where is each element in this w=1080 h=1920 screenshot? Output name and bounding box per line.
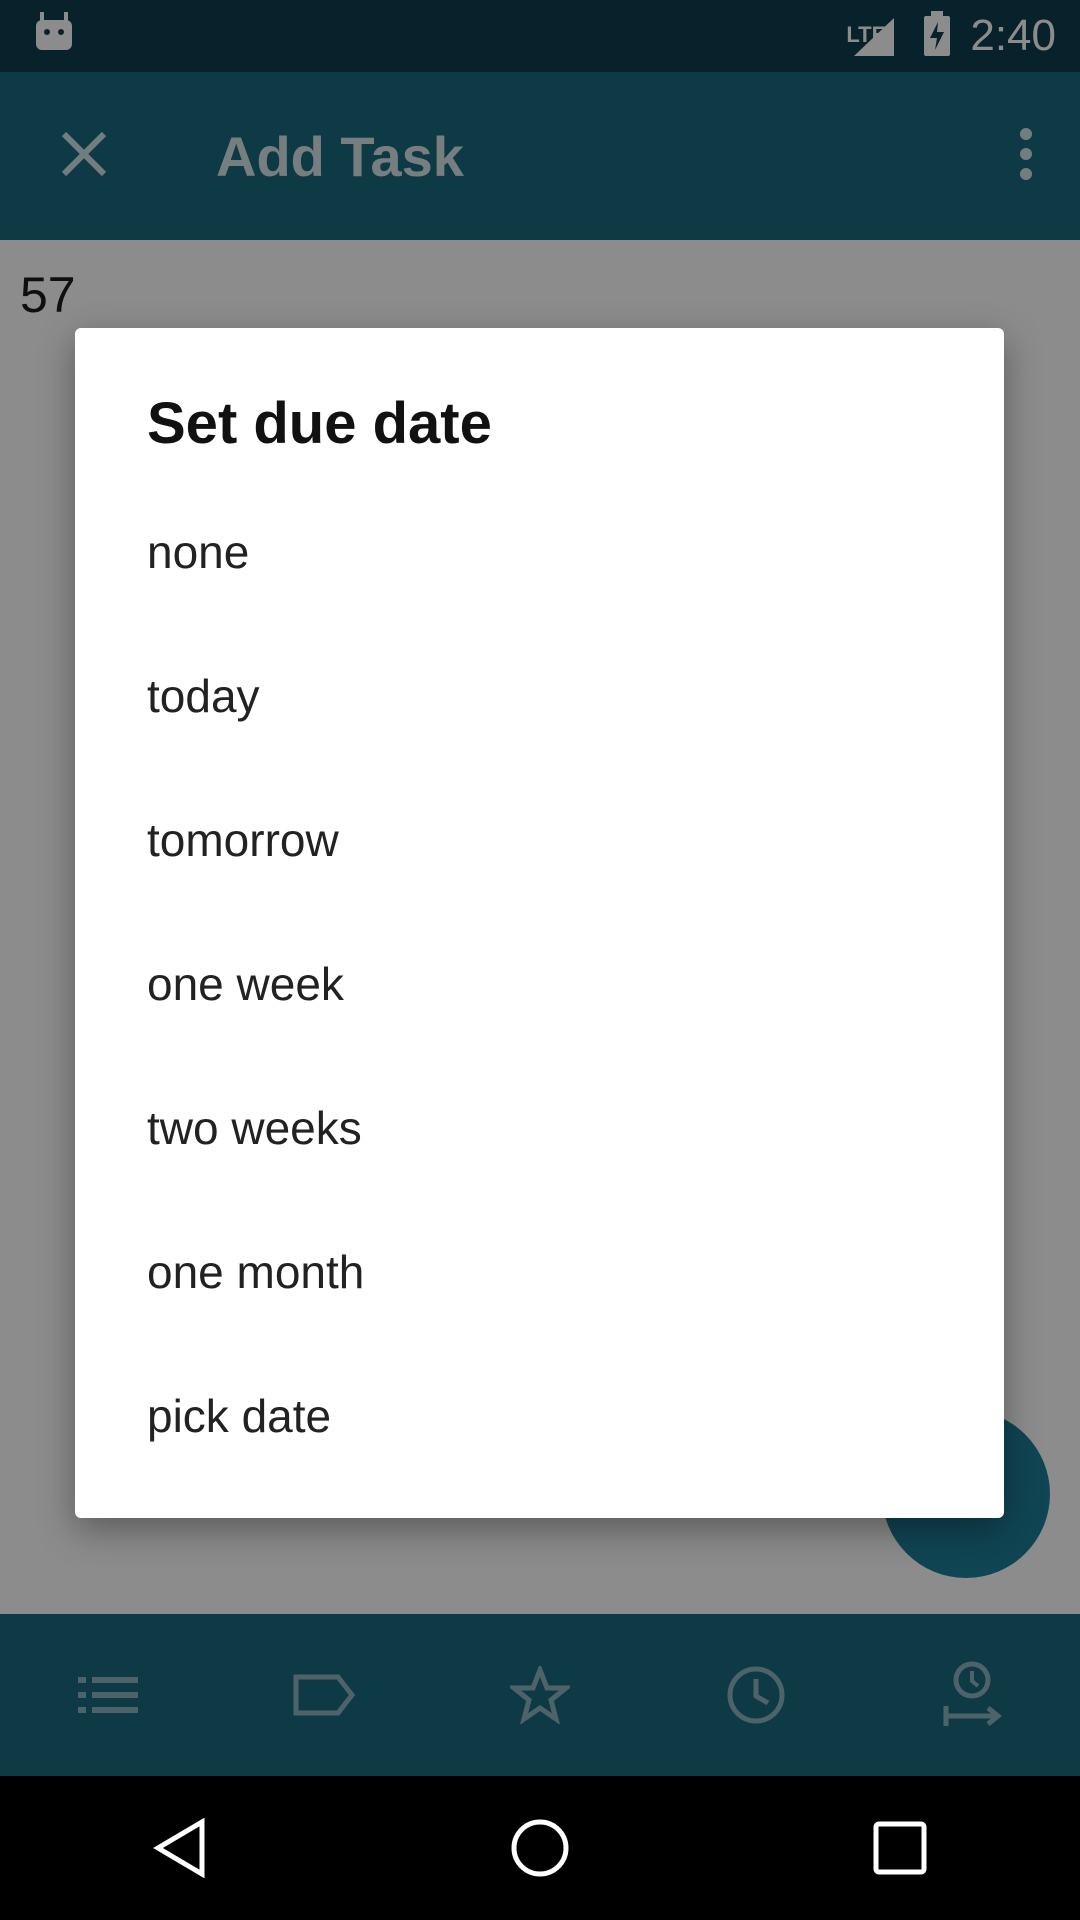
option-one-week[interactable]: one week: [75, 912, 1004, 1056]
dialog-title: Set due date: [147, 391, 492, 456]
option-two-weeks[interactable]: two weeks: [75, 1056, 1004, 1200]
home-button[interactable]: [480, 1788, 600, 1908]
recents-button[interactable]: [840, 1788, 960, 1908]
option-today[interactable]: today: [75, 624, 1004, 768]
back-icon: [153, 1817, 205, 1879]
system-nav-bar: [0, 1776, 1080, 1920]
due-date-dialog: Set due date none today tomorrow one wee…: [75, 328, 1004, 1518]
option-pick-date[interactable]: pick date: [75, 1344, 1004, 1488]
option-none[interactable]: none: [75, 480, 1004, 624]
home-icon: [511, 1819, 569, 1877]
option-one-month[interactable]: one month: [75, 1200, 1004, 1344]
back-button[interactable]: [120, 1788, 240, 1908]
options-list: none today tomorrow one week two weeks o…: [75, 480, 1004, 1488]
option-tomorrow[interactable]: tomorrow: [75, 768, 1004, 912]
recents-icon: [873, 1821, 927, 1875]
